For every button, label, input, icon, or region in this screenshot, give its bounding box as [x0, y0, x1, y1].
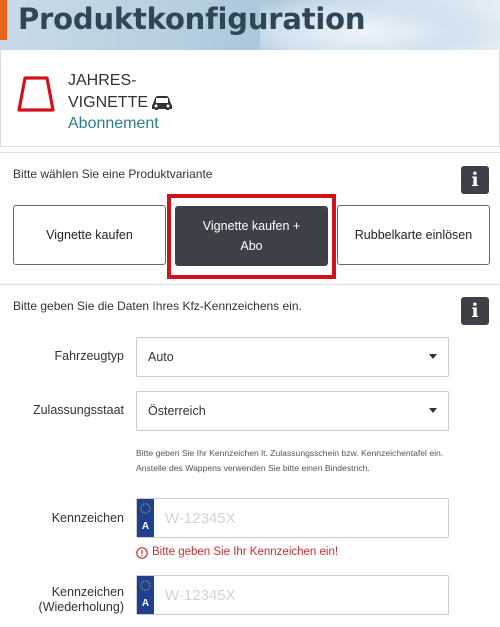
divider: [0, 284, 500, 285]
plate-label: Kennzeichen: [51, 511, 124, 525]
variant-redeem-scratchcard-button[interactable]: Rubbelkarte einlösen: [337, 205, 490, 265]
info-icon[interactable]: i: [461, 166, 489, 194]
product-name-line1: JAHRES-: [68, 72, 137, 89]
vehicle-type-select[interactable]: Auto: [136, 337, 449, 377]
info-icon[interactable]: i: [461, 297, 489, 325]
plate-repeat-label-line1: Kennzeichen: [51, 585, 124, 599]
plate-repeat-input[interactable]: [165, 584, 435, 606]
chevron-down-icon: [429, 354, 437, 359]
plate-field[interactable]: A: [136, 498, 449, 538]
header-accent-bar: [0, 0, 7, 40]
page-header: Produktkonfiguration: [0, 0, 500, 50]
eu-country-band: A: [137, 499, 154, 537]
plate-repeat-field[interactable]: A: [136, 575, 449, 615]
product-name-line2: VIGNETTE: [68, 94, 149, 111]
error-icon: [136, 547, 148, 559]
eu-stars-icon: [140, 580, 151, 591]
country-value: Österreich: [148, 404, 206, 418]
chevron-down-icon: [429, 408, 437, 413]
country-code: A: [141, 521, 150, 532]
eu-stars-icon: [140, 503, 151, 514]
vignette-icon: [17, 76, 55, 112]
product-summary: JAHRES- VIGNETTE Abonnement: [0, 50, 500, 146]
plate-input[interactable]: [165, 507, 435, 529]
page-title: Produktkonfiguration: [18, 2, 366, 36]
plate-repeat-label: Kennzeichen (Wiederholung): [20, 585, 124, 615]
error-text: Bitte geben Sie Ihr Kennzeichen ein!: [152, 546, 339, 558]
country-code: A: [141, 598, 150, 609]
variant-label: Rubbelkarte einlösen: [354, 228, 473, 242]
variant-section-label: Bitte wählen Sie eine Produktvariante: [13, 167, 213, 181]
country-select[interactable]: Österreich: [136, 391, 449, 431]
vehicle-type-value: Auto: [148, 350, 174, 364]
country-label: Zulassungsstaat: [32, 403, 124, 417]
car-icon: [152, 96, 172, 110]
variant-label: Vignette kaufen: [46, 228, 133, 242]
plate-repeat-label-line2: (Wiederholung): [38, 600, 124, 614]
product-subtitle: Abonnement: [68, 115, 159, 132]
divider: [0, 146, 500, 147]
selection-highlight: [167, 194, 336, 279]
plate-hint-text: Bitte geben Sie Ihr Kennzeichen lt. Zula…: [136, 448, 444, 473]
variant-buy-vignette-button[interactable]: Vignette kaufen: [13, 205, 166, 265]
eu-country-band: A: [137, 576, 154, 614]
vehicle-type-label: Fahrzeugtyp: [54, 349, 124, 363]
plate-section-label: Bitte geben Sie die Daten Ihres Kfz-Kenn…: [13, 299, 302, 313]
divider: [0, 152, 500, 153]
